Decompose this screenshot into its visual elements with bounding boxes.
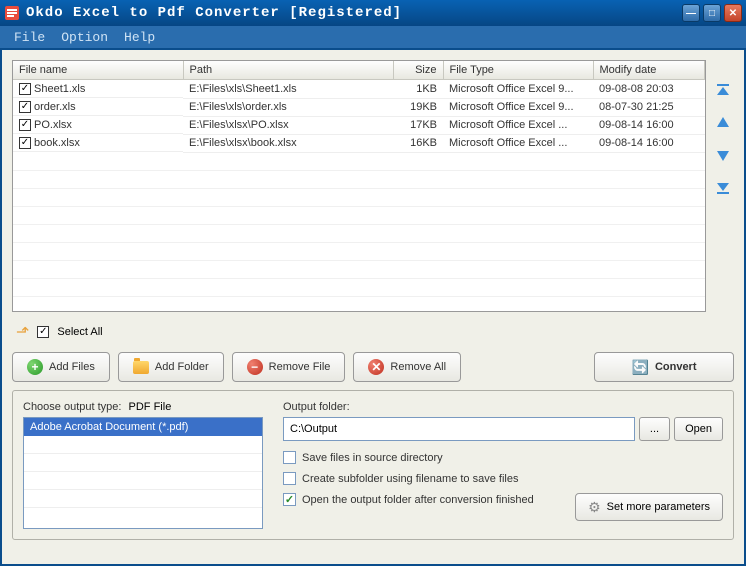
output-folder-label: Output folder: — [283, 401, 723, 413]
save-source-label: Save files in source directory — [302, 452, 443, 464]
row-checkbox[interactable] — [19, 119, 31, 131]
col-date[interactable]: Modify date — [593, 61, 705, 80]
add-files-button[interactable]: +Add Files — [12, 352, 110, 382]
create-subfolder-checkbox[interactable] — [283, 472, 296, 485]
create-subfolder-label: Create subfolder using filename to save … — [302, 473, 518, 485]
minimize-button[interactable]: — — [682, 4, 700, 22]
set-parameters-button[interactable]: ⚙Set more parameters — [575, 493, 723, 521]
col-size[interactable]: Size — [393, 61, 443, 80]
convert-button[interactable]: 🔄Convert — [594, 352, 734, 382]
table-row[interactable]: book.xlsxE:\Files\xlsx\book.xlsx16KBMicr… — [13, 134, 705, 152]
col-path[interactable]: Path — [183, 61, 393, 80]
row-checkbox[interactable] — [19, 83, 31, 95]
table-row[interactable]: Sheet1.xlsE:\Files\xls\Sheet1.xls1KBMicr… — [13, 80, 705, 99]
folder-icon — [133, 361, 149, 374]
up-folder-icon[interactable]: ⬏ — [16, 322, 29, 342]
browse-button[interactable]: ... — [639, 417, 670, 441]
output-type-list[interactable]: Adobe Acrobat Document (*.pdf) — [23, 417, 263, 529]
output-folder-input[interactable] — [283, 417, 635, 441]
close-button[interactable]: ✕ — [724, 4, 742, 22]
minus-icon: − — [247, 359, 263, 375]
open-after-label: Open the output folder after conversion … — [302, 494, 534, 506]
table-row[interactable]: order.xlsE:\Files\xls\order.xls19KBMicro… — [13, 98, 705, 116]
open-after-checkbox[interactable] — [283, 493, 296, 506]
maximize-button[interactable]: □ — [703, 4, 721, 22]
app-icon — [4, 5, 20, 21]
move-down-button[interactable] — [712, 144, 734, 166]
titlebar: Okdo Excel to Pdf Converter [Registered]… — [0, 0, 746, 26]
plus-icon: + — [27, 359, 43, 375]
window-title: Okdo Excel to Pdf Converter [Registered] — [26, 5, 682, 21]
gear-icon: ⚙ — [588, 499, 601, 516]
row-checkbox[interactable] — [19, 137, 31, 149]
col-type[interactable]: File Type — [443, 61, 593, 80]
save-source-checkbox[interactable] — [283, 451, 296, 464]
open-folder-button[interactable]: Open — [674, 417, 723, 441]
move-up-button[interactable] — [712, 112, 734, 134]
remove-file-button[interactable]: −Remove File — [232, 352, 346, 382]
menu-file[interactable]: File — [8, 28, 51, 47]
move-top-button[interactable] — [712, 80, 734, 102]
choose-type-label: Choose output type: — [23, 401, 121, 413]
add-folder-button[interactable]: Add Folder — [118, 352, 224, 382]
type-value: PDF File — [129, 401, 172, 413]
menubar: File Option Help — [0, 26, 746, 48]
remove-all-button[interactable]: ✕Remove All — [353, 352, 461, 382]
x-icon: ✕ — [368, 359, 384, 375]
select-all-label: Select All — [57, 326, 102, 338]
move-bottom-button[interactable] — [712, 176, 734, 198]
col-name[interactable]: File name — [13, 61, 183, 80]
select-all-checkbox[interactable] — [37, 326, 49, 338]
convert-icon: 🔄 — [632, 359, 649, 376]
row-checkbox[interactable] — [19, 101, 31, 113]
menu-help[interactable]: Help — [118, 28, 161, 47]
table-row[interactable]: PO.xlsxE:\Files\xlsx\PO.xlsx17KBMicrosof… — [13, 116, 705, 134]
file-list[interactable]: File name Path Size File Type Modify dat… — [12, 60, 706, 312]
menu-option[interactable]: Option — [55, 28, 114, 47]
type-list-item[interactable]: Adobe Acrobat Document (*.pdf) — [24, 418, 262, 436]
